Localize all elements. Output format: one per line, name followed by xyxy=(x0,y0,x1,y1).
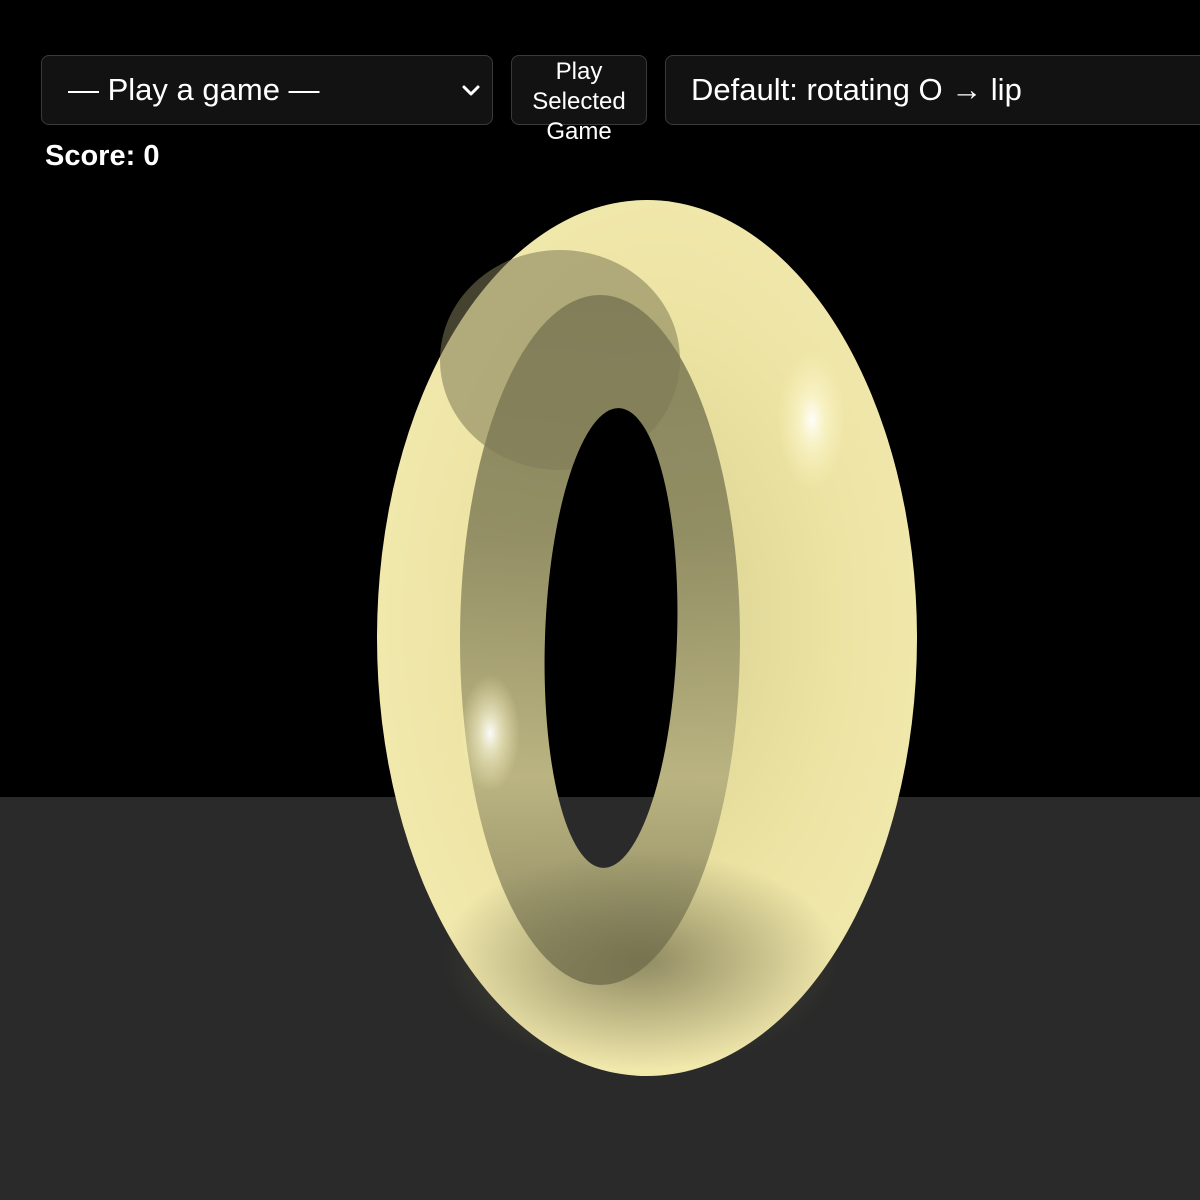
play-button-label: Play Selected Game xyxy=(532,58,626,145)
chevron-down-icon xyxy=(462,85,480,96)
play-selected-game-button[interactable]: Play Selected Game xyxy=(511,55,647,145)
game-stage: — Play a game — Play Selected Game Defau… xyxy=(0,0,1200,1200)
game-select-value: — Play a game — xyxy=(68,72,320,107)
prompt-input[interactable]: Default: rotating O → lip xyxy=(665,55,1200,125)
torus xyxy=(377,200,917,1076)
game-select[interactable]: — Play a game — xyxy=(41,55,493,125)
3d-scene[interactable] xyxy=(0,0,1200,1200)
prompt-input-text: Default: rotating O → lip xyxy=(691,72,1022,107)
score-display: Score: 0 xyxy=(45,140,160,172)
